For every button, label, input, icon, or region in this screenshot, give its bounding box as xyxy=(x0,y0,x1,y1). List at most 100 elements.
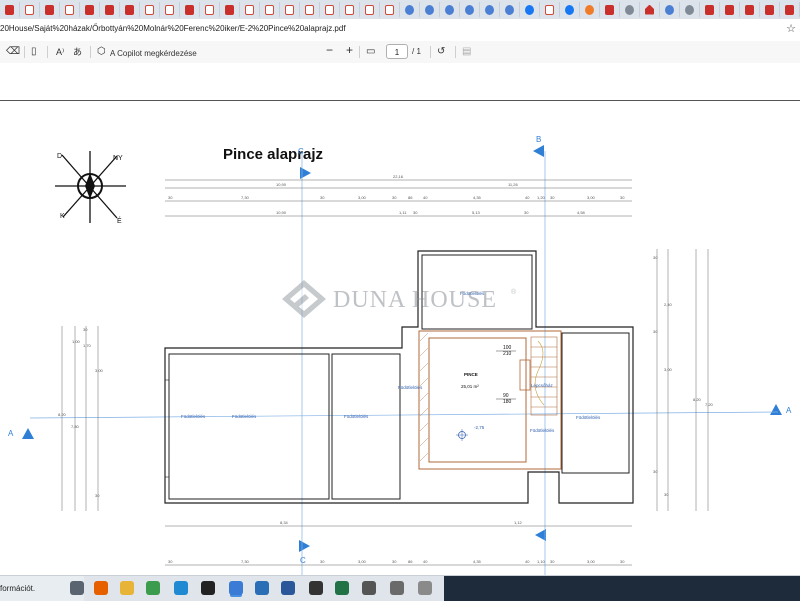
browser-tab[interactable] xyxy=(500,2,520,17)
browser-tab[interactable] xyxy=(440,2,460,17)
browser-tab[interactable] xyxy=(680,2,700,17)
plan-title: Pince alaprajz xyxy=(223,146,323,163)
pdf-icon xyxy=(185,4,194,15)
dim-bottom-r1-0: 8,34 xyxy=(280,520,289,525)
browser-tab[interactable] xyxy=(260,2,280,17)
text-options-icon[interactable]: あ xyxy=(73,45,82,59)
dim-bottom-r2-7: 4,35 xyxy=(473,559,482,564)
photos-icon[interactable] xyxy=(362,581,376,595)
rotate-icon[interactable]: ↺ xyxy=(437,45,445,59)
pdf-icon xyxy=(125,4,134,15)
browser-tab[interactable] xyxy=(480,2,500,17)
notepad-icon[interactable] xyxy=(418,581,432,595)
eraser-icon[interactable]: ⌫ xyxy=(6,45,20,59)
browser-tab[interactable] xyxy=(520,2,540,17)
search-icon[interactable] xyxy=(70,581,84,595)
pdf-icon xyxy=(725,4,734,15)
browser-tab[interactable] xyxy=(700,2,720,17)
firefox-icon[interactable] xyxy=(94,581,108,595)
toolbar-separator xyxy=(24,46,25,58)
browser-tab[interactable] xyxy=(200,2,220,17)
capcut-icon[interactable] xyxy=(201,581,215,595)
section-c-top-label: C xyxy=(298,147,304,156)
browser-tab[interactable] xyxy=(560,2,580,17)
mail-icon xyxy=(245,4,254,15)
browser-tab[interactable] xyxy=(20,2,40,17)
edge-icon[interactable] xyxy=(174,581,188,595)
dim-right-2: 30 xyxy=(653,329,658,334)
read-aloud-icon[interactable]: A⁾ xyxy=(56,45,64,59)
browser-tab[interactable] xyxy=(120,2,140,17)
page-number-input[interactable]: 1 xyxy=(386,44,408,59)
excel-icon[interactable] xyxy=(335,581,349,595)
zoom-in-button[interactable]: + xyxy=(346,43,353,57)
mail-icon xyxy=(65,4,74,15)
browser-tab[interactable] xyxy=(80,2,100,17)
browser-tab[interactable] xyxy=(320,2,340,17)
sidebar-icon[interactable]: ▯ xyxy=(31,45,37,59)
taskbar-search-text[interactable]: formációt. xyxy=(0,584,35,593)
browser-tab[interactable] xyxy=(720,2,740,17)
browser-tab-strip xyxy=(0,0,800,19)
duna-house-logo-icon xyxy=(282,280,326,318)
room-label-7: Födötlelölés xyxy=(530,428,555,433)
browser-tab[interactable] xyxy=(540,2,560,17)
copilot-button[interactable]: A Copilot megkérdezése xyxy=(110,47,197,61)
browser-tab[interactable] xyxy=(360,2,380,17)
pdf-icon xyxy=(85,4,94,15)
browser-tab[interactable] xyxy=(600,2,620,17)
copilot-icon[interactable]: ⬡ xyxy=(97,45,106,59)
favorite-star-icon[interactable]: ☆ xyxy=(786,22,796,35)
browser-tab[interactable] xyxy=(620,2,640,17)
room-mid-outline xyxy=(331,353,401,500)
dimension-lines-right: 30 2,40 30 3,00 30 8,20 7,20 30 xyxy=(653,249,714,511)
browser-tab[interactable] xyxy=(460,2,480,17)
cloud-icon[interactable] xyxy=(390,581,404,595)
browser-tab[interactable] xyxy=(0,2,20,17)
dim-top-r4-0: 10,90 xyxy=(276,210,287,215)
dim-top-r4-1: 1,11 xyxy=(399,210,407,215)
address-bar[interactable]: 20House/Saját%20házak/Őrbottyán%20Molnár… xyxy=(0,19,800,42)
browser-tab[interactable] xyxy=(740,2,760,17)
url-text[interactable]: 20House/Saját%20házak/Őrbottyán%20Molnár… xyxy=(0,24,346,33)
browser-tab[interactable] xyxy=(140,2,160,17)
file-explorer-icon[interactable] xyxy=(120,581,134,595)
page-total: / 1 xyxy=(412,47,421,56)
browser-tab[interactable] xyxy=(60,2,80,17)
browser-tab[interactable] xyxy=(280,2,300,17)
browser-tab[interactable] xyxy=(380,2,400,17)
zoom-out-button[interactable]: − xyxy=(326,43,333,57)
two-page-icon[interactable]: ▤ xyxy=(462,45,471,59)
browser-tab[interactable] xyxy=(400,2,420,17)
browser-tab[interactable] xyxy=(640,2,660,17)
dim-top-r3-9: 1,20 xyxy=(537,195,546,200)
media-icon[interactable] xyxy=(309,581,323,595)
pdf-viewer[interactable]: Pince alaprajz D NY É K C B A A C 22,16 … xyxy=(0,63,800,575)
browser-tab[interactable] xyxy=(40,2,60,17)
chrome-icon[interactable] xyxy=(146,581,160,595)
dim-bottom-r2-6: 40 xyxy=(423,559,428,564)
browser-tab[interactable] xyxy=(160,2,180,17)
browser-tab[interactable] xyxy=(180,2,200,17)
mail-icon[interactable] xyxy=(255,581,269,595)
pince-label: PINCE 25,01 m² xyxy=(461,372,479,389)
browser-tab[interactable] xyxy=(300,2,320,17)
browser-tab[interactable] xyxy=(660,2,680,17)
browser-tab[interactable] xyxy=(760,2,780,17)
paint-icon[interactable] xyxy=(229,581,243,595)
pdf-icon xyxy=(765,4,774,15)
browser-tab[interactable] xyxy=(780,2,800,17)
dim-bottom-r2-0: 30 xyxy=(168,559,173,564)
browser-tab[interactable] xyxy=(580,2,600,17)
dim-bottom-r2-12: 30 xyxy=(620,559,625,564)
browser-tab[interactable] xyxy=(220,2,240,17)
browser-tab[interactable] xyxy=(420,2,440,17)
fit-page-icon[interactable]: ▭ xyxy=(366,45,375,59)
room-west-outline xyxy=(168,353,330,500)
pdf-icon xyxy=(225,4,234,15)
duna-house-watermark: DUNA HOUSE ® xyxy=(282,280,517,318)
word-icon[interactable] xyxy=(281,581,295,595)
browser-tab[interactable] xyxy=(240,2,260,17)
browser-tab[interactable] xyxy=(100,2,120,17)
browser-tab[interactable] xyxy=(340,2,360,17)
